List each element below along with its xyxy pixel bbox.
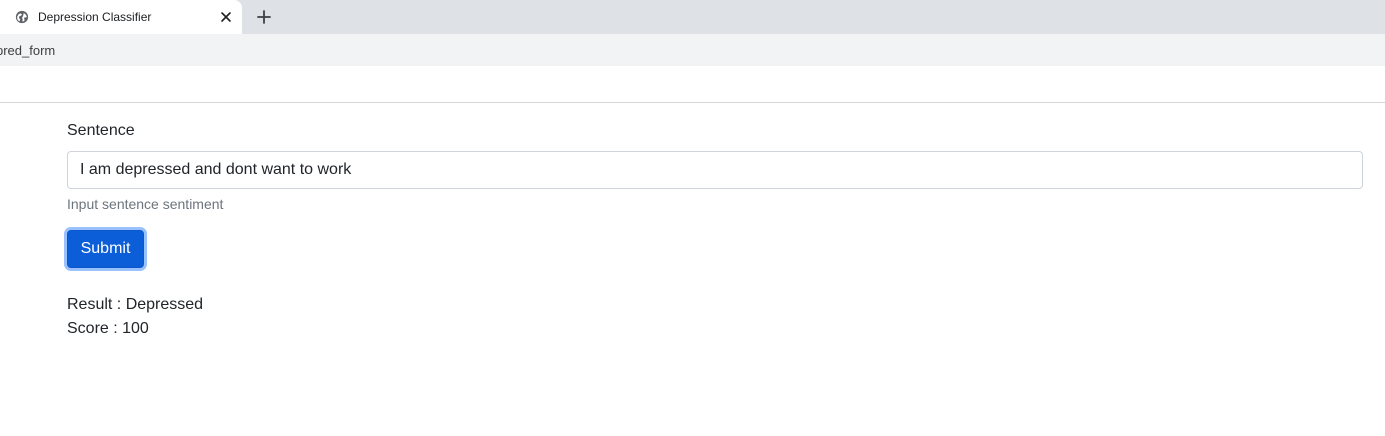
plus-icon[interactable] bbox=[255, 8, 273, 26]
browser-tab[interactable]: Depression Classifier bbox=[0, 0, 242, 34]
tab-title: Depression Classifier bbox=[38, 10, 152, 24]
input-help-text: Input sentence sentiment bbox=[67, 196, 224, 212]
tab-strip: Depression Classifier bbox=[0, 0, 1385, 34]
url-text[interactable]: pred_form bbox=[0, 43, 55, 59]
close-icon[interactable] bbox=[218, 9, 234, 25]
divider bbox=[0, 102, 1385, 103]
score-text: Score : 100 bbox=[67, 320, 149, 337]
globe-icon bbox=[15, 10, 29, 24]
sentence-input[interactable] bbox=[67, 151, 1363, 189]
sentence-label: Sentence bbox=[67, 122, 135, 139]
result-text: Result : Depressed bbox=[67, 296, 204, 313]
address-bar[interactable]: pred_form bbox=[0, 34, 1385, 66]
submit-button[interactable]: Submit bbox=[67, 230, 144, 268]
